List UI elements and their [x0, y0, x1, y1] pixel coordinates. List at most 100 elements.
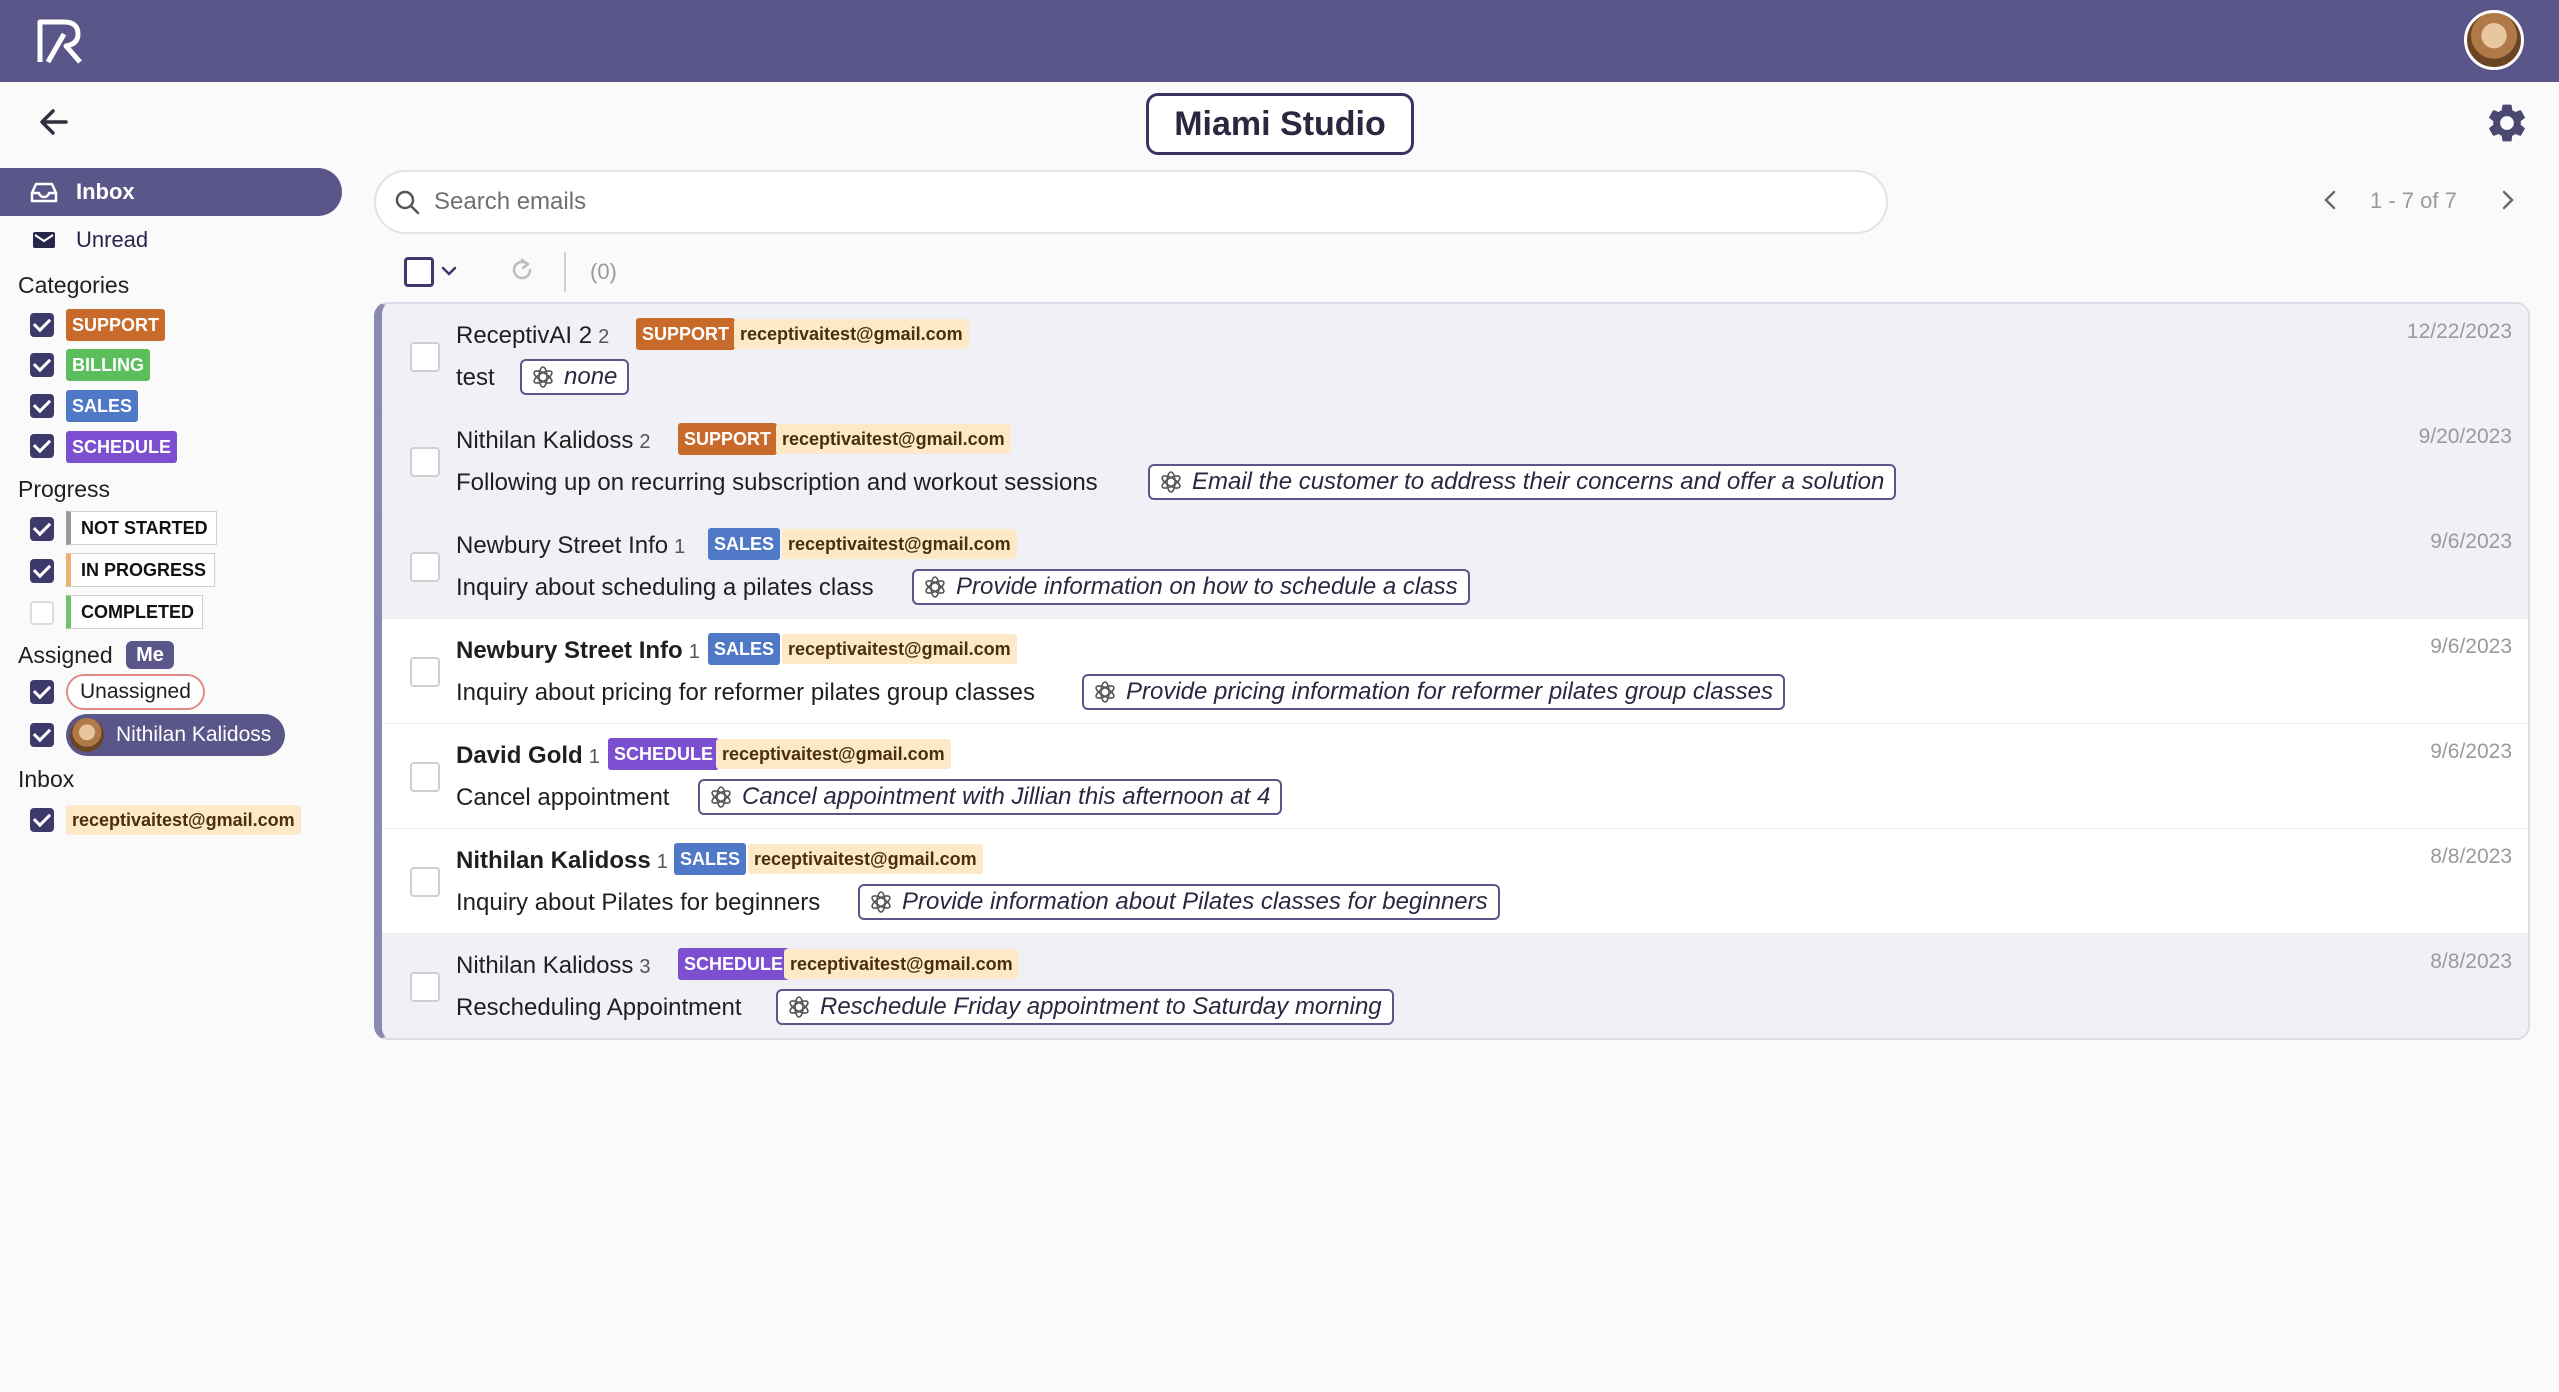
- email-row-checkbox[interactable]: [410, 657, 440, 687]
- app-logo[interactable]: [34, 14, 92, 66]
- email-row-checkbox[interactable]: [410, 552, 440, 582]
- progress-heading: Progress: [18, 476, 111, 502]
- thread-count: 1: [588, 746, 600, 768]
- email-account-chip: receptivaitest@gmail.com: [782, 634, 1017, 664]
- assignee-chip[interactable]: Nithilan Kalidoss: [66, 714, 286, 756]
- email-row-checkbox[interactable]: [410, 972, 440, 1002]
- email-sender: ReceptivAI 22: [456, 322, 610, 349]
- unassigned-chip[interactable]: Unassigned: [66, 674, 205, 710]
- search-icon: [395, 190, 420, 215]
- ai-suggested-action[interactable]: Reschedule Friday appointment to Saturda…: [776, 989, 1394, 1025]
- progress-not-started-checkbox[interactable]: [30, 517, 54, 541]
- thread-count: 3: [639, 956, 651, 978]
- thread-count: 1: [674, 536, 686, 558]
- email-sender: David Gold 1: [456, 742, 600, 769]
- email-row[interactable]: Nithilan Kalidoss 3 SCHEDULE receptivaite…: [382, 934, 2528, 1038]
- unread-mail-icon: [33, 232, 55, 248]
- assigned-me-badge[interactable]: Me: [126, 641, 174, 669]
- ai-suggested-action[interactable]: Cancel appointment with Jillian this aft…: [698, 779, 1283, 815]
- category-billing-checkbox[interactable]: [30, 353, 54, 377]
- ai-suggested-action[interactable]: Provide information on how to schedule a…: [912, 569, 1470, 605]
- back-arrow-icon[interactable]: [36, 104, 72, 140]
- inbox-account-chip[interactable]: receptivaitest@gmail.com: [66, 805, 301, 835]
- search-input[interactable]: [434, 188, 1834, 216]
- category-sales-checkbox[interactable]: [30, 394, 54, 418]
- ai-sparkle-icon: [789, 996, 809, 1018]
- select-all-checkbox[interactable]: [404, 257, 434, 287]
- email-account-chip: receptivaitest@gmail.com: [748, 844, 983, 874]
- email-subject: Cancel appointment: [456, 784, 670, 811]
- email-row[interactable]: Nithilan Kalidoss 2 SUPPORT receptivaites…: [382, 409, 2528, 514]
- ai-suggested-action[interactable]: Provide information about Pilates classe…: [858, 884, 1500, 920]
- email-sender: Nithilan Kalidoss 3: [456, 952, 651, 979]
- sidebar-item-unread[interactable]: Unread: [0, 216, 342, 264]
- email-sender: Nithilan Kalidoss 2: [456, 427, 651, 454]
- progress-tag-not-started[interactable]: NOT STARTED: [66, 511, 217, 545]
- inbox-account-checkbox[interactable]: [30, 808, 54, 832]
- email-row-checkbox[interactable]: [410, 867, 440, 897]
- refresh-icon[interactable]: [508, 256, 536, 284]
- category-support-checkbox[interactable]: [30, 313, 54, 337]
- progress-in-progress-checkbox[interactable]: [30, 559, 54, 583]
- email-category-tag[interactable]: SCHEDULE: [678, 948, 790, 980]
- avatar: [70, 718, 104, 752]
- email-category-tag[interactable]: SUPPORT: [678, 423, 778, 455]
- email-row[interactable]: ReceptivAI 22 SUPPORT receptivaitest@gma…: [382, 304, 2528, 409]
- progress-tag-in-progress[interactable]: IN PROGRESS: [66, 553, 216, 587]
- email-account-chip: receptivaitest@gmail.com: [734, 319, 969, 349]
- email-row-checkbox[interactable]: [410, 447, 440, 477]
- search-bar[interactable]: [374, 170, 1888, 234]
- ai-sparkle-icon: [871, 891, 891, 913]
- email-category-tag[interactable]: SCHEDULE: [608, 738, 720, 770]
- email-row[interactable]: Newbury Street Info 1 SALES receptivaites…: [382, 619, 2528, 724]
- settings-gear-icon[interactable]: [2484, 100, 2530, 146]
- email-row-checkbox[interactable]: [410, 762, 440, 792]
- email-row[interactable]: Nithilan Kalidoss 1 SALES receptivaitest@…: [382, 829, 2528, 934]
- category-tag-sales[interactable]: SALES: [66, 390, 139, 422]
- assignee-checkbox[interactable]: [30, 723, 54, 747]
- category-tag-support[interactable]: SUPPORT: [66, 309, 166, 341]
- email-category-tag[interactable]: SUPPORT: [636, 318, 736, 350]
- pagination-range: 1 - 7 of 7: [2370, 188, 2457, 213]
- email-account-chip: receptivaitest@gmail.com: [716, 739, 951, 769]
- next-page-icon[interactable]: [2494, 186, 2522, 214]
- progress-tag-completed[interactable]: COMPLETED: [66, 595, 204, 629]
- ai-suggested-action[interactable]: Provide pricing information for reformer…: [1082, 674, 1785, 710]
- top-bar: [0, 0, 2559, 82]
- chevron-down-icon[interactable]: [440, 262, 458, 280]
- email-category-tag[interactable]: SALES: [674, 843, 747, 875]
- sidebar-item-inbox[interactable]: Inbox: [0, 168, 342, 216]
- progress-completed-checkbox[interactable]: [30, 601, 54, 625]
- ai-suggested-action[interactable]: none: [520, 359, 630, 395]
- ai-sparkle-icon: [711, 786, 731, 808]
- category-tag-schedule[interactable]: SCHEDULE: [66, 431, 178, 463]
- unassigned-checkbox[interactable]: [30, 680, 54, 704]
- ai-suggested-action[interactable]: Email the customer to address their conc…: [1148, 464, 1897, 500]
- email-category-tag[interactable]: SALES: [708, 528, 781, 560]
- email-row-checkbox[interactable]: [410, 342, 440, 372]
- sidebar-item-label: Inbox: [76, 179, 135, 204]
- email-subject: Inquiry about Pilates for beginners: [456, 889, 821, 916]
- thread-count: 2: [598, 326, 610, 348]
- email-list: ReceptivAI 22 SUPPORT receptivaitest@gma…: [374, 302, 2530, 1040]
- inbox-heading: Inbox: [18, 766, 75, 792]
- studio-name[interactable]: Miami Studio: [1146, 93, 1414, 155]
- toolbar-divider: [564, 252, 566, 292]
- email-subject: Inquiry about scheduling a pilates class: [456, 574, 874, 601]
- email-date: 9/20/2023: [2418, 425, 2512, 448]
- ai-sparkle-icon: [1161, 471, 1181, 493]
- category-schedule-checkbox[interactable]: [30, 434, 54, 458]
- email-date: 12/22/2023: [2406, 320, 2512, 343]
- category-tag-billing[interactable]: BILLING: [66, 349, 150, 381]
- email-row[interactable]: Newbury Street Info 1 SALES receptivaites…: [382, 514, 2528, 619]
- email-category-tag[interactable]: SALES: [708, 633, 781, 665]
- ai-sparkle-icon: [925, 576, 945, 598]
- assigned-heading: Assigned: [18, 642, 113, 668]
- email-sender: Newbury Street Info 1: [456, 637, 700, 664]
- user-avatar[interactable]: [2464, 10, 2524, 70]
- previous-page-icon[interactable]: [2316, 186, 2344, 214]
- email-row[interactable]: David Gold 1 SCHEDULE receptivaitest@gmai…: [382, 724, 2528, 829]
- email-sender: Newbury Street Info 1: [456, 532, 686, 559]
- email-subject: Following up on recurring subscription a…: [456, 469, 1098, 496]
- email-date: 8/8/2023: [2430, 950, 2512, 973]
